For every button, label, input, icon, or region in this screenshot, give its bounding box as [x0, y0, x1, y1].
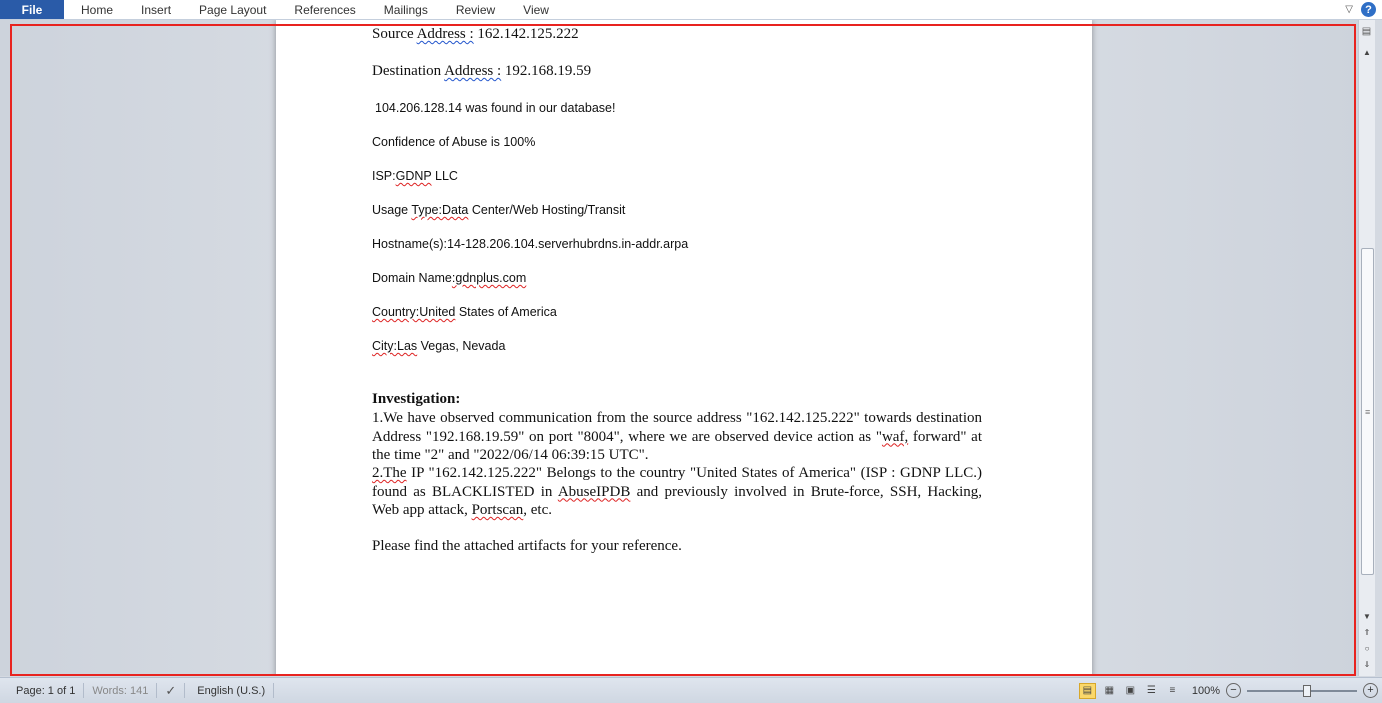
domain-name-line: Domain Name:gdnplus.com — [372, 271, 527, 285]
country-line: Country:United States of America — [372, 305, 557, 319]
tab-mailings[interactable]: Mailings — [370, 3, 442, 17]
found-line: 104.206.128.14 was found in our database… — [375, 101, 616, 115]
document-page[interactable]: Source Address : 162.142.125.222 Destina… — [276, 20, 1092, 676]
investigation-heading: Investigation: — [372, 391, 461, 407]
tab-references[interactable]: References — [280, 3, 369, 17]
hostname-line: Hostname(s):14-128.206.104.serverhubrdns… — [372, 237, 689, 251]
view-ruler-icon[interactable]: ▤ — [1360, 26, 1373, 39]
city-line: City:Las Vegas, Nevada — [372, 339, 506, 353]
tab-home[interactable]: Home — [64, 3, 127, 17]
grip-icon: ≡ — [1365, 407, 1371, 417]
confidence-line: Confidence of Abuse is 100% — [372, 135, 536, 149]
print-layout-icon[interactable]: ▤ — [1078, 682, 1096, 699]
next-page-icon[interactable]: ⇓ — [1359, 658, 1375, 672]
help-icon[interactable]: ? — [1361, 2, 1376, 17]
zoom-slider-thumb[interactable] — [1303, 684, 1312, 697]
zoom-in-icon[interactable]: + — [1363, 683, 1378, 698]
document-area: Source Address : 162.142.125.222 Destina… — [0, 20, 1358, 676]
page-count[interactable]: Page: 1 of 1 — [0, 683, 85, 698]
vertical-scrollbar[interactable]: ▤ ▲ ≡ ▼ ⇑ ○ ⇓ — [1358, 20, 1375, 676]
scroll-thumb[interactable]: ≡ — [1361, 248, 1374, 575]
source-address-line: Source Address : 162.142.125.222 — [372, 26, 579, 42]
tab-insert[interactable]: Insert — [127, 3, 185, 17]
previous-page-icon[interactable]: ⇑ — [1359, 626, 1375, 640]
status-bar: Page: 1 of 1 Words: 141 ✓ English (U.S.)… — [0, 677, 1382, 703]
draft-icon[interactable]: ≡ — [1165, 684, 1180, 698]
ribbon-tab-bar: File Home Insert Page Layout References … — [0, 0, 1382, 20]
investigation-paragraph-1: 1.We have observed communication from th… — [372, 410, 982, 463]
zoom-out-icon[interactable]: − — [1226, 683, 1241, 698]
closing-line: Please find the attached artifacts for y… — [372, 538, 682, 554]
scroll-up-icon[interactable]: ▲ — [1359, 46, 1375, 60]
zoom-level[interactable]: 100% — [1192, 685, 1220, 697]
usage-type-line: Usage Type:Data Center/Web Hosting/Trans… — [372, 203, 626, 217]
tab-page-layout[interactable]: Page Layout — [185, 3, 280, 17]
isp-line: ISP:GDNP LLC — [372, 169, 458, 183]
destination-address-line: Destination Address : 192.168.19.59 — [372, 63, 592, 79]
web-layout-icon[interactable]: ▣ — [1123, 684, 1138, 698]
zoom-slider[interactable] — [1247, 684, 1357, 697]
minimize-ribbon-icon[interactable]: ▽ — [1345, 4, 1353, 15]
scroll-down-icon[interactable]: ▼ — [1359, 610, 1375, 624]
investigation-paragraph-2: 2.The IP "162.142.125.222" Belongs to th… — [372, 465, 982, 518]
outline-icon[interactable]: ☰ — [1144, 684, 1159, 698]
full-screen-reading-icon[interactable]: ▦ — [1102, 684, 1117, 698]
word-count[interactable]: Words: 141 — [84, 683, 158, 698]
proofing-icon[interactable]: ✓ — [157, 683, 186, 698]
language[interactable]: English (U.S.) — [185, 683, 275, 698]
tab-view[interactable]: View — [509, 3, 563, 17]
tab-review[interactable]: Review — [442, 3, 509, 17]
file-tab[interactable]: File — [0, 0, 64, 19]
select-browse-object-icon[interactable]: ○ — [1359, 642, 1375, 656]
